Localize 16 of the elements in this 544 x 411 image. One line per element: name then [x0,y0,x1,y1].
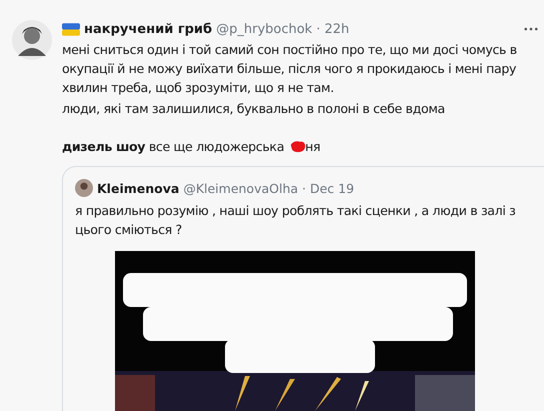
author-name: Kleimenova [97,180,180,196]
user-handle[interactable]: @p_hrybochok [216,22,312,36]
avatar[interactable] [12,20,52,60]
post-time: · 22h [316,22,350,36]
post-text: ня [305,138,320,156]
avatar[interactable] [75,179,93,197]
flag-icon [62,22,80,36]
post-text: мені сниться один і той самий сон постійно про те, що ми досі чомусь в окупації й не можу виїхати більше, після чого я прокидаюсь і мені пару хвилин треба, щоб зрозуміти, що я не там. [62,41,518,97]
post-text: люди, які там залишилися, буквально в полоні в себе вдома [62,100,446,118]
scribble-mark [290,140,306,153]
post-text: дизель шоу все ще людожерська [62,138,284,156]
more-icon[interactable] [524,27,538,31]
user-handle: @KleimenovaOlha [183,180,298,196]
post-text: я правильно розумію , наші шоу роблять такі сценки , а люди в залі з цього сміються ? [75,202,517,239]
post-time: · Dec 19 [302,180,354,196]
author-name[interactable]: накручений гриб [84,22,212,36]
